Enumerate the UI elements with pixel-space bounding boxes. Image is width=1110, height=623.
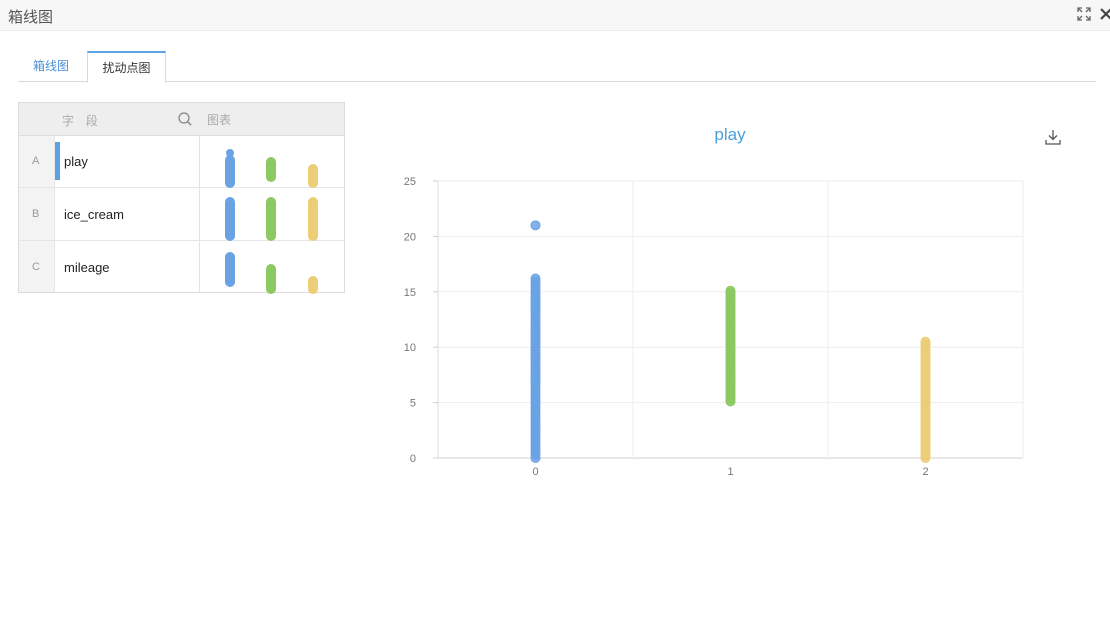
- y-tick-label: 0: [410, 453, 416, 465]
- chart-area: 0 5 10 15 20 25 0 1 2 play: [395, 120, 1075, 490]
- y-tick-label: 15: [404, 287, 416, 299]
- field-name: mileage: [64, 260, 110, 275]
- y-tick-label: 10: [404, 342, 416, 354]
- row-index: C: [32, 261, 40, 273]
- fields-panel: 字 段 图表 A play B ice_cream C mileage: [18, 102, 345, 294]
- data-point: [920, 336, 931, 347]
- thumbnail-chart-ice-cream: [225, 197, 318, 241]
- window-titlebar: 箱线图: [0, 0, 1110, 31]
- expand-icon[interactable]: [1076, 6, 1092, 22]
- close-icon[interactable]: [1098, 6, 1110, 22]
- window-title: 箱线图: [8, 8, 54, 26]
- tab-jitter-plot[interactable]: 扰动点图: [87, 51, 166, 83]
- chart-title: play: [714, 125, 746, 144]
- field-name: play: [64, 154, 88, 169]
- field-column-header: 字 段: [62, 114, 102, 128]
- y-tick-label: 25: [404, 176, 416, 188]
- download-icon[interactable]: [1044, 128, 1062, 146]
- row-index: B: [32, 208, 40, 220]
- thumbnail-chart-play: [225, 149, 318, 188]
- selected-indicator: [55, 142, 60, 180]
- field-row-play[interactable]: A play: [19, 136, 344, 188]
- field-name: ice_cream: [64, 207, 124, 222]
- scatter-chart: 0 5 10 15 20 25 0 1 2: [404, 176, 1024, 478]
- field-row-mileage[interactable]: C mileage: [19, 242, 344, 294]
- x-tick-label: 1: [727, 466, 733, 478]
- y-tick-label: 20: [404, 231, 416, 243]
- tab-boxplot[interactable]: 箱线图: [18, 51, 84, 82]
- tab-bar: 箱线图 扰动点图: [18, 51, 1096, 83]
- field-row-ice-cream[interactable]: B ice_cream: [19, 189, 344, 241]
- search-icon[interactable]: [177, 111, 193, 127]
- data-point: [530, 273, 541, 284]
- x-tick-label: 2: [922, 466, 928, 478]
- outlier-point: [530, 220, 541, 231]
- y-tick-label: 5: [410, 398, 416, 410]
- x-tick-label: 0: [532, 466, 538, 478]
- row-index: A: [32, 155, 40, 167]
- fields-header: 字 段 图表: [19, 103, 344, 136]
- data-point: [725, 285, 736, 296]
- thumbnail-chart-mileage: [225, 252, 318, 294]
- chart-column-header: 图表: [207, 113, 232, 127]
